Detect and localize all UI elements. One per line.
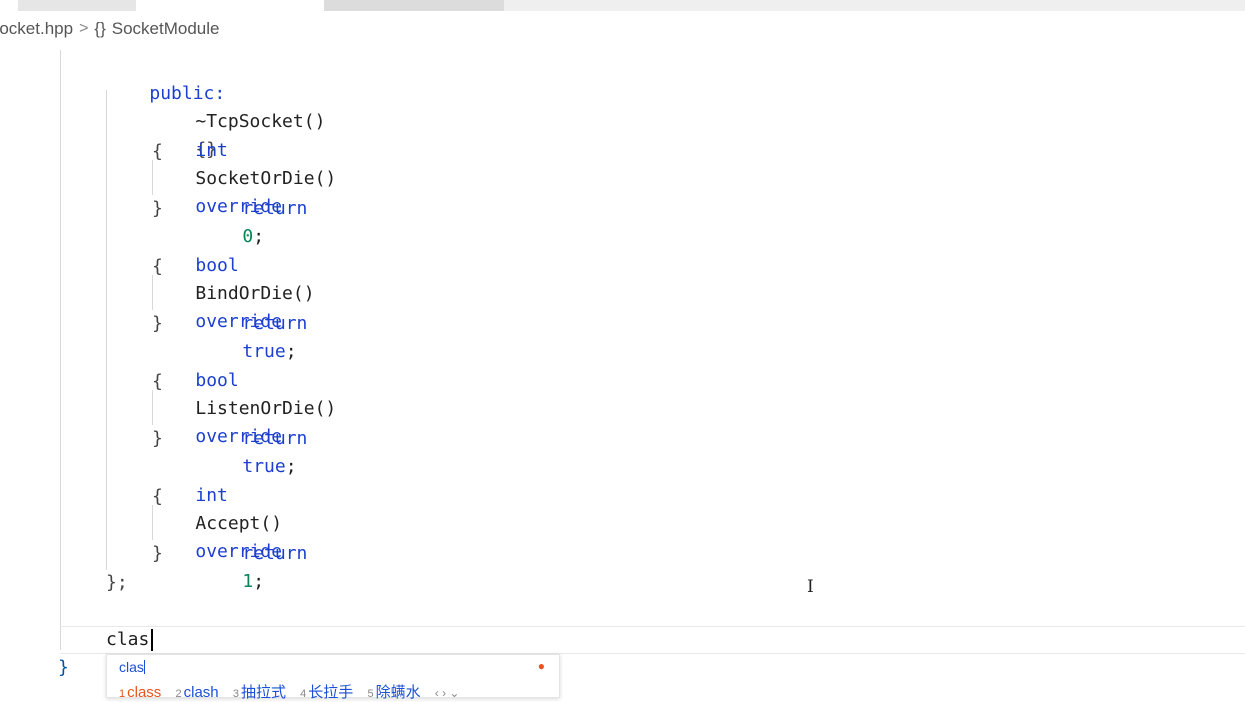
candidate-text: class [127, 684, 162, 701]
code-line: } [152, 198, 163, 219]
ime-candidate[interactable]: 5 除螨水 [367, 684, 420, 701]
ime-input-text: clas [119, 659, 144, 675]
code-line: return true; [199, 282, 318, 362]
code-line: } [152, 313, 163, 334]
ime-candidate[interactable]: 1 class [119, 684, 161, 701]
type-keyword: int [195, 485, 228, 506]
indent-guide [106, 90, 107, 570]
indent-guide [60, 50, 61, 650]
code-line: } [152, 543, 163, 564]
breadcrumb-separator: > [79, 20, 89, 37]
semicolon: ; [253, 571, 265, 592]
ime-candidate[interactable]: 2 clash [175, 684, 218, 701]
code-line: { [152, 486, 163, 507]
code-editor[interactable]: public: ~TcpSocket() {} int SocketOrDie(… [0, 50, 1245, 696]
code-line: { [152, 256, 163, 277]
tab-placeholder[interactable] [504, 0, 1245, 11]
type-keyword: int [195, 140, 228, 161]
return-keyword: return [242, 428, 308, 449]
ime-candidate-list: 1 class 2 clash 3 抽拉式 4 长拉手 5 除螨水 ‹ › ⌄ [119, 681, 459, 702]
ime-candidate[interactable]: 3 抽拉式 [233, 684, 286, 701]
return-keyword: return [242, 543, 308, 564]
tab-bar [0, 0, 1245, 12]
return-keyword: return [242, 313, 308, 334]
text-caret [151, 629, 153, 651]
mouse-ibeam-icon: I [807, 577, 814, 597]
code-line: int Accept() override [152, 454, 293, 562]
candidate-text: 除螨水 [375, 684, 421, 701]
ime-input: clas [119, 659, 145, 675]
breadcrumb-file[interactable]: Socket.hpp [0, 19, 73, 39]
code-line: } [152, 428, 163, 449]
code-line: { [152, 371, 163, 392]
ime-candidate[interactable]: 4 长拉手 [300, 684, 353, 701]
return-keyword: return [242, 198, 308, 219]
candidate-index: 3 [232, 688, 239, 700]
candidate-index: 1 [119, 688, 126, 700]
code-line: return 0; [199, 167, 318, 247]
current-line-highlight [60, 626, 1245, 654]
ime-caret [143, 660, 145, 674]
code-line: ~TcpSocket() {} [152, 80, 336, 160]
breadcrumb-namespace[interactable]: SocketModule [112, 19, 220, 39]
ime-candidate-window: clas ● 1 class 2 clash 3 抽拉式 4 长拉手 5 除螨水 ‹ › … [106, 654, 560, 701]
candidate-index: 5 [367, 688, 374, 700]
return-value: 1 [242, 571, 254, 592]
candidate-index: 2 [175, 688, 182, 700]
class-close: }; [106, 572, 128, 593]
tab-placeholder[interactable] [324, 0, 504, 11]
tab-placeholder[interactable] [18, 0, 136, 11]
code-line: int SocketOrDie() override [152, 109, 347, 217]
code-line: { [152, 141, 163, 162]
code-line: bool BindOrDie() override [152, 224, 325, 332]
code-line: public: [106, 52, 225, 104]
candidate-text: 长拉手 [308, 684, 354, 701]
candidate-text: clash [183, 684, 219, 701]
code-line: bool ListenOrDie() override [152, 339, 347, 447]
ime-brand-icon[interactable]: ● [538, 659, 545, 673]
candidate-text: 抽拉式 [240, 684, 286, 701]
namespace-icon: {} [94, 19, 106, 38]
code-line: return 1; [199, 512, 318, 592]
type-keyword: bool [195, 370, 239, 391]
code-line: return true; [199, 397, 318, 477]
typing-line[interactable]: clas [106, 626, 149, 654]
type-keyword: bool [195, 255, 239, 276]
candidate-index: 4 [300, 688, 307, 700]
breadcrumb: Socket.hpp > {} SocketModule [0, 16, 1233, 42]
ime-page-nav[interactable]: ‹ › ⌄ [435, 686, 460, 700]
fold-brace: } [58, 657, 69, 678]
